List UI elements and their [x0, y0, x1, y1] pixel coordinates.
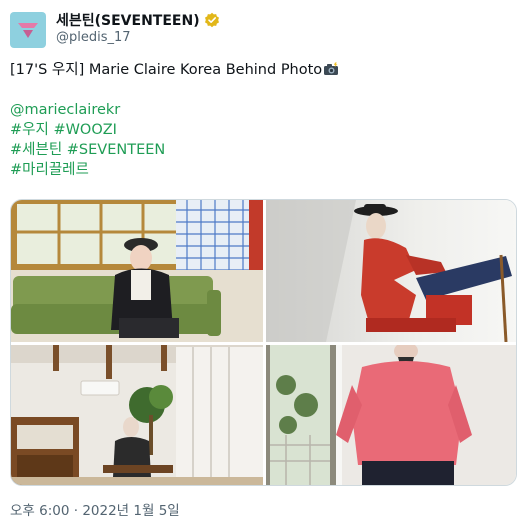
photo-green-sofa[interactable]: [11, 200, 263, 342]
seventeen-logo-icon: [18, 23, 38, 38]
hashtag-line-seventeen[interactable]: #세븐틴 #SEVENTEEN: [10, 140, 520, 160]
tweet-title: [17'S 우지] Marie Claire Korea Behind Phot…: [10, 62, 323, 78]
tweet-text: [17'S 우지] Marie Claire Korea Behind Phot…: [10, 60, 520, 180]
avatar[interactable]: [10, 12, 46, 48]
verified-badge-icon[interactable]: [204, 12, 220, 28]
display-name[interactable]: 세븐틴(SEVENTEEN): [56, 10, 200, 30]
name-row: 세븐틴(SEVENTEEN): [56, 10, 220, 30]
tweet-timestamp[interactable]: 오후 6:00 · 2022년 1월 5일: [10, 499, 180, 519]
photo-living-room[interactable]: [11, 345, 263, 485]
tweet-header: 세븐틴(SEVENTEEN) @pledis_17: [10, 8, 520, 48]
mention-link[interactable]: @marieclairekr: [10, 100, 520, 120]
handle[interactable]: @pledis_17: [56, 30, 131, 45]
hashtag-line-woozi[interactable]: #우지 #WOOZI: [10, 120, 520, 140]
photo-red-jacket-chair[interactable]: [266, 200, 516, 342]
hashtag-line-marieclaire[interactable]: #마리끌레르: [10, 160, 520, 180]
tweet-title-line: [17'S 우지] Marie Claire Korea Behind Phot…: [10, 60, 520, 80]
media-grid: [10, 199, 517, 486]
photo-pink-sweater[interactable]: [266, 345, 516, 485]
camera-flash-icon: [324, 62, 339, 75]
